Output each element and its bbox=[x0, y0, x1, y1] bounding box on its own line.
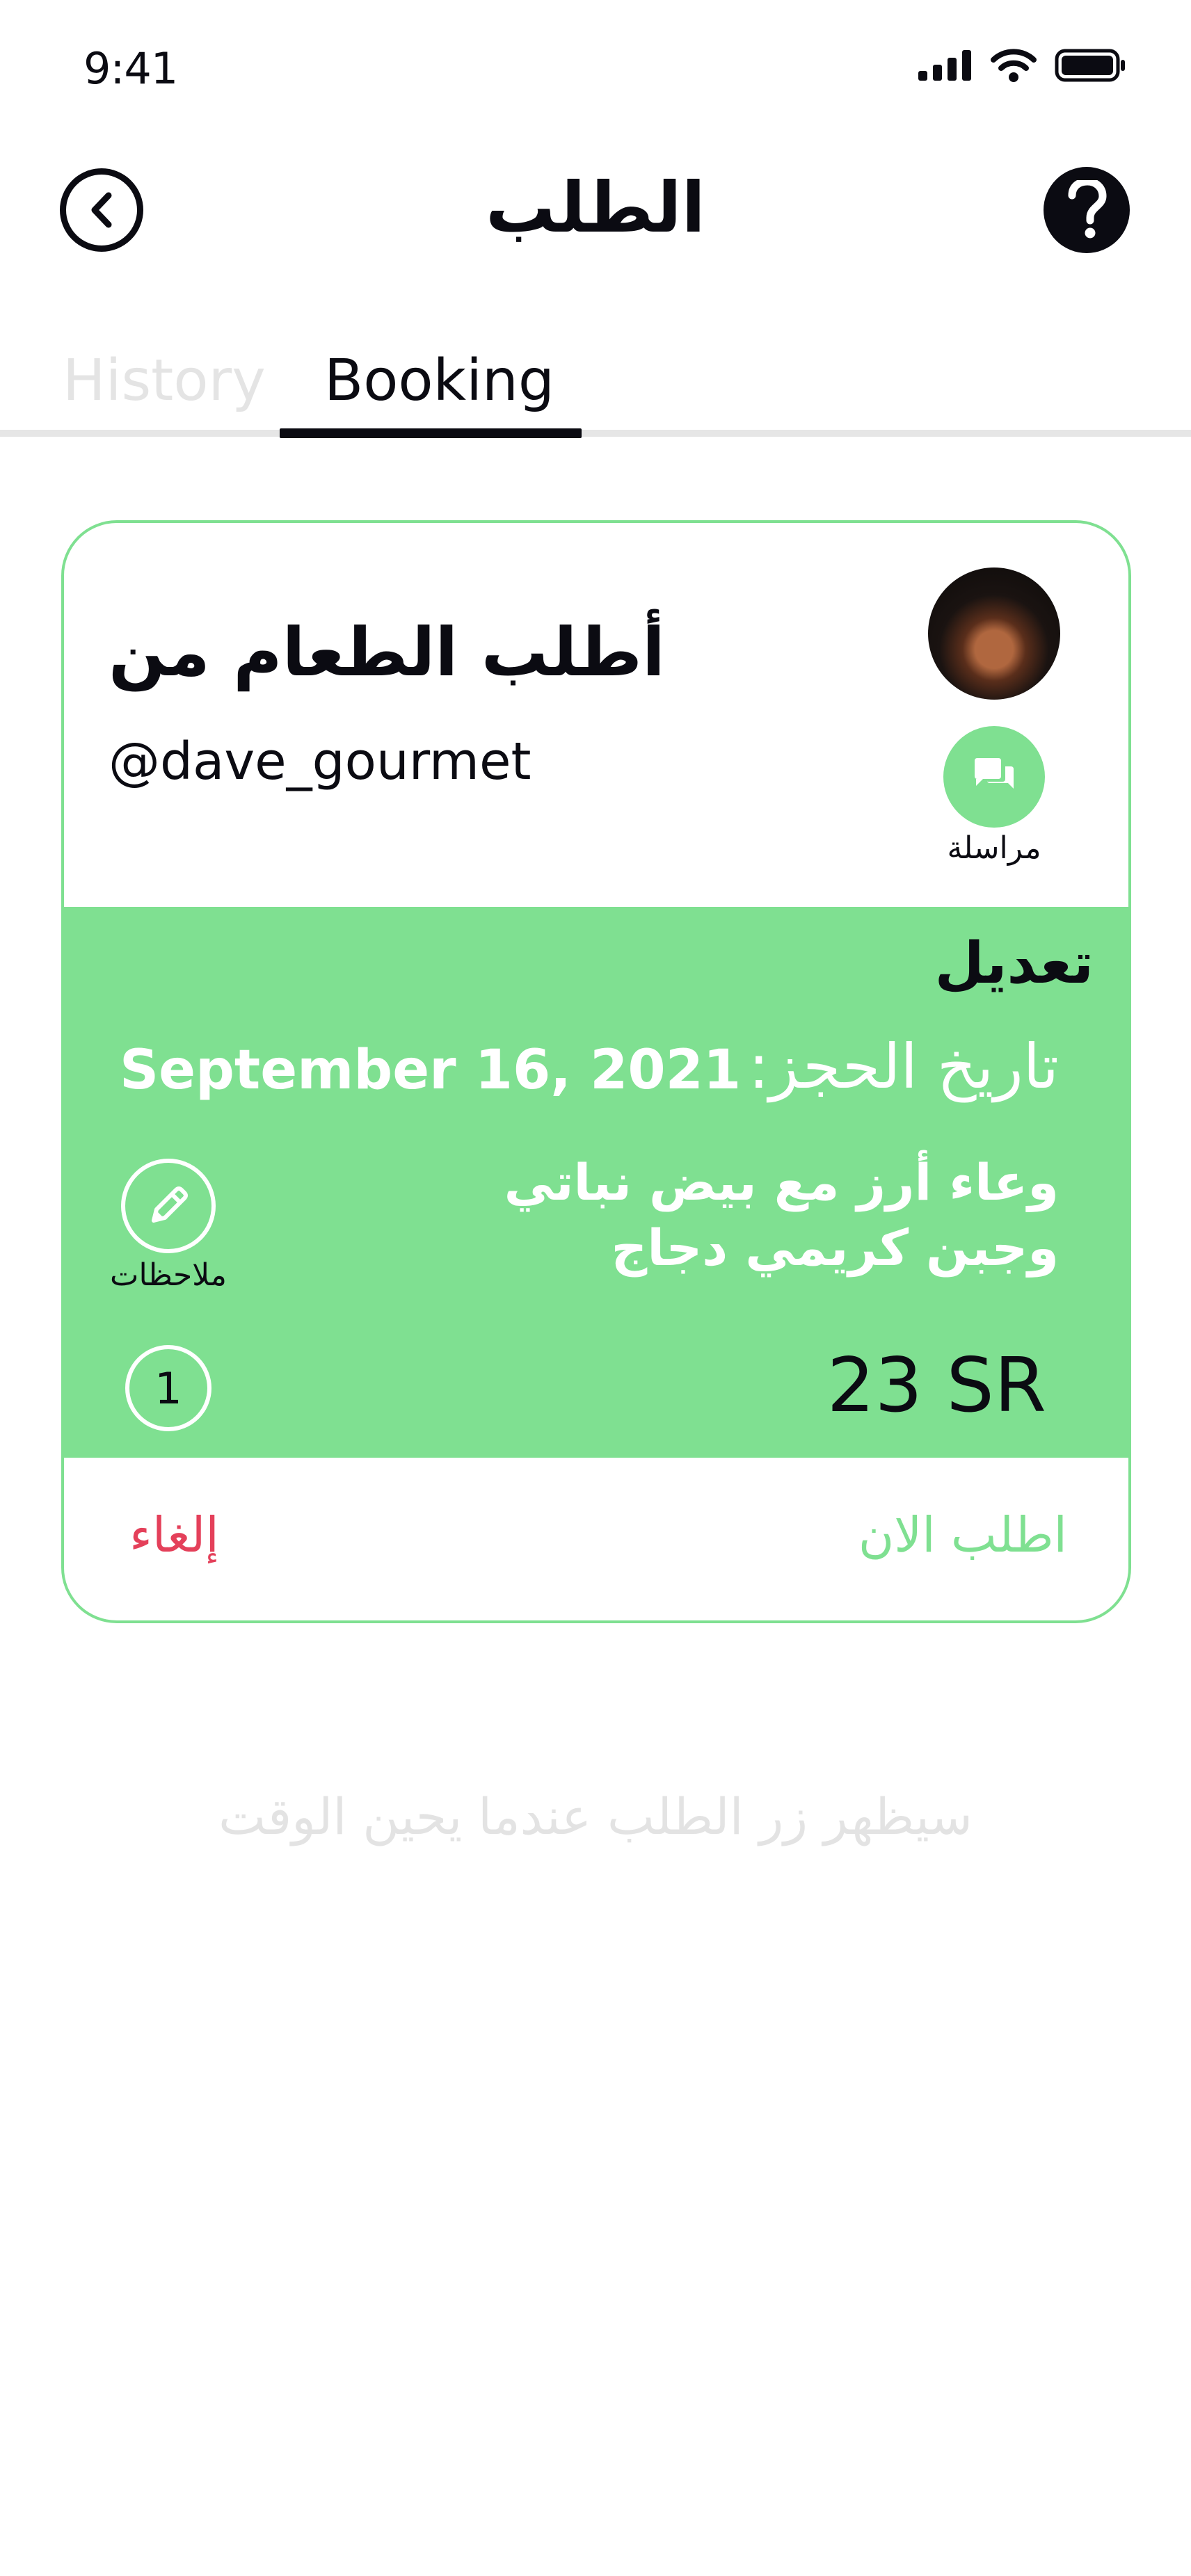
order-now-button[interactable]: اطلب الان bbox=[858, 1506, 1067, 1563]
card-actions: إلغاء اطلب الان bbox=[64, 1458, 1128, 1620]
card-title: أطلب الطعام من bbox=[109, 613, 665, 691]
booking-details: تعديل تاريخ الحجز: September 16, 2021 وع… bbox=[64, 907, 1128, 1458]
tabs-divider bbox=[0, 430, 1191, 437]
wifi-icon bbox=[991, 49, 1037, 82]
notes-button[interactable] bbox=[121, 1159, 216, 1253]
booking-date-label: تاريخ الحجز: bbox=[748, 1031, 1059, 1102]
order-hint-text: سيظهر زر الطلب عندما يحين الوقت bbox=[218, 1787, 973, 1846]
status-time: 9:41 bbox=[83, 43, 178, 94]
avatar[interactable] bbox=[928, 567, 1060, 700]
chef-handle[interactable]: @dave_gourmet bbox=[109, 732, 531, 791]
item-description: وعاء أرز مع بيض نباتي وجبن كريمي دجاج bbox=[504, 1153, 1059, 1277]
tab-history[interactable]: History bbox=[63, 348, 266, 414]
cancel-button[interactable]: إلغاء bbox=[129, 1506, 219, 1563]
card-header: أطلب الطعام من @dave_gourmet مراسلة bbox=[64, 523, 1128, 907]
help-button[interactable] bbox=[1044, 167, 1130, 253]
booking-card: أطلب الطعام من @dave_gourmet مراسلة تعدي… bbox=[61, 520, 1131, 1623]
pencil-icon bbox=[152, 1186, 188, 1223]
page-title: الطلب bbox=[486, 167, 705, 248]
tab-booking[interactable]: Booking bbox=[324, 348, 554, 414]
cellular-signal-icon bbox=[918, 50, 971, 81]
battery-icon bbox=[1055, 49, 1125, 82]
chat-button[interactable] bbox=[943, 726, 1045, 828]
notes-label: ملاحظات bbox=[110, 1257, 227, 1293]
booking-date-value: September 16, 2021 bbox=[120, 1039, 742, 1102]
status-icons bbox=[918, 49, 1127, 82]
price: 23 SR bbox=[826, 1342, 1046, 1429]
chat-label: مراسلة bbox=[947, 830, 1041, 866]
chat-icon bbox=[975, 758, 1014, 789]
edit-link[interactable]: تعديل bbox=[935, 931, 1094, 997]
quantity-badge: 1 bbox=[125, 1345, 211, 1431]
active-tab-indicator bbox=[280, 428, 582, 438]
question-mark-icon bbox=[1068, 180, 1107, 239]
